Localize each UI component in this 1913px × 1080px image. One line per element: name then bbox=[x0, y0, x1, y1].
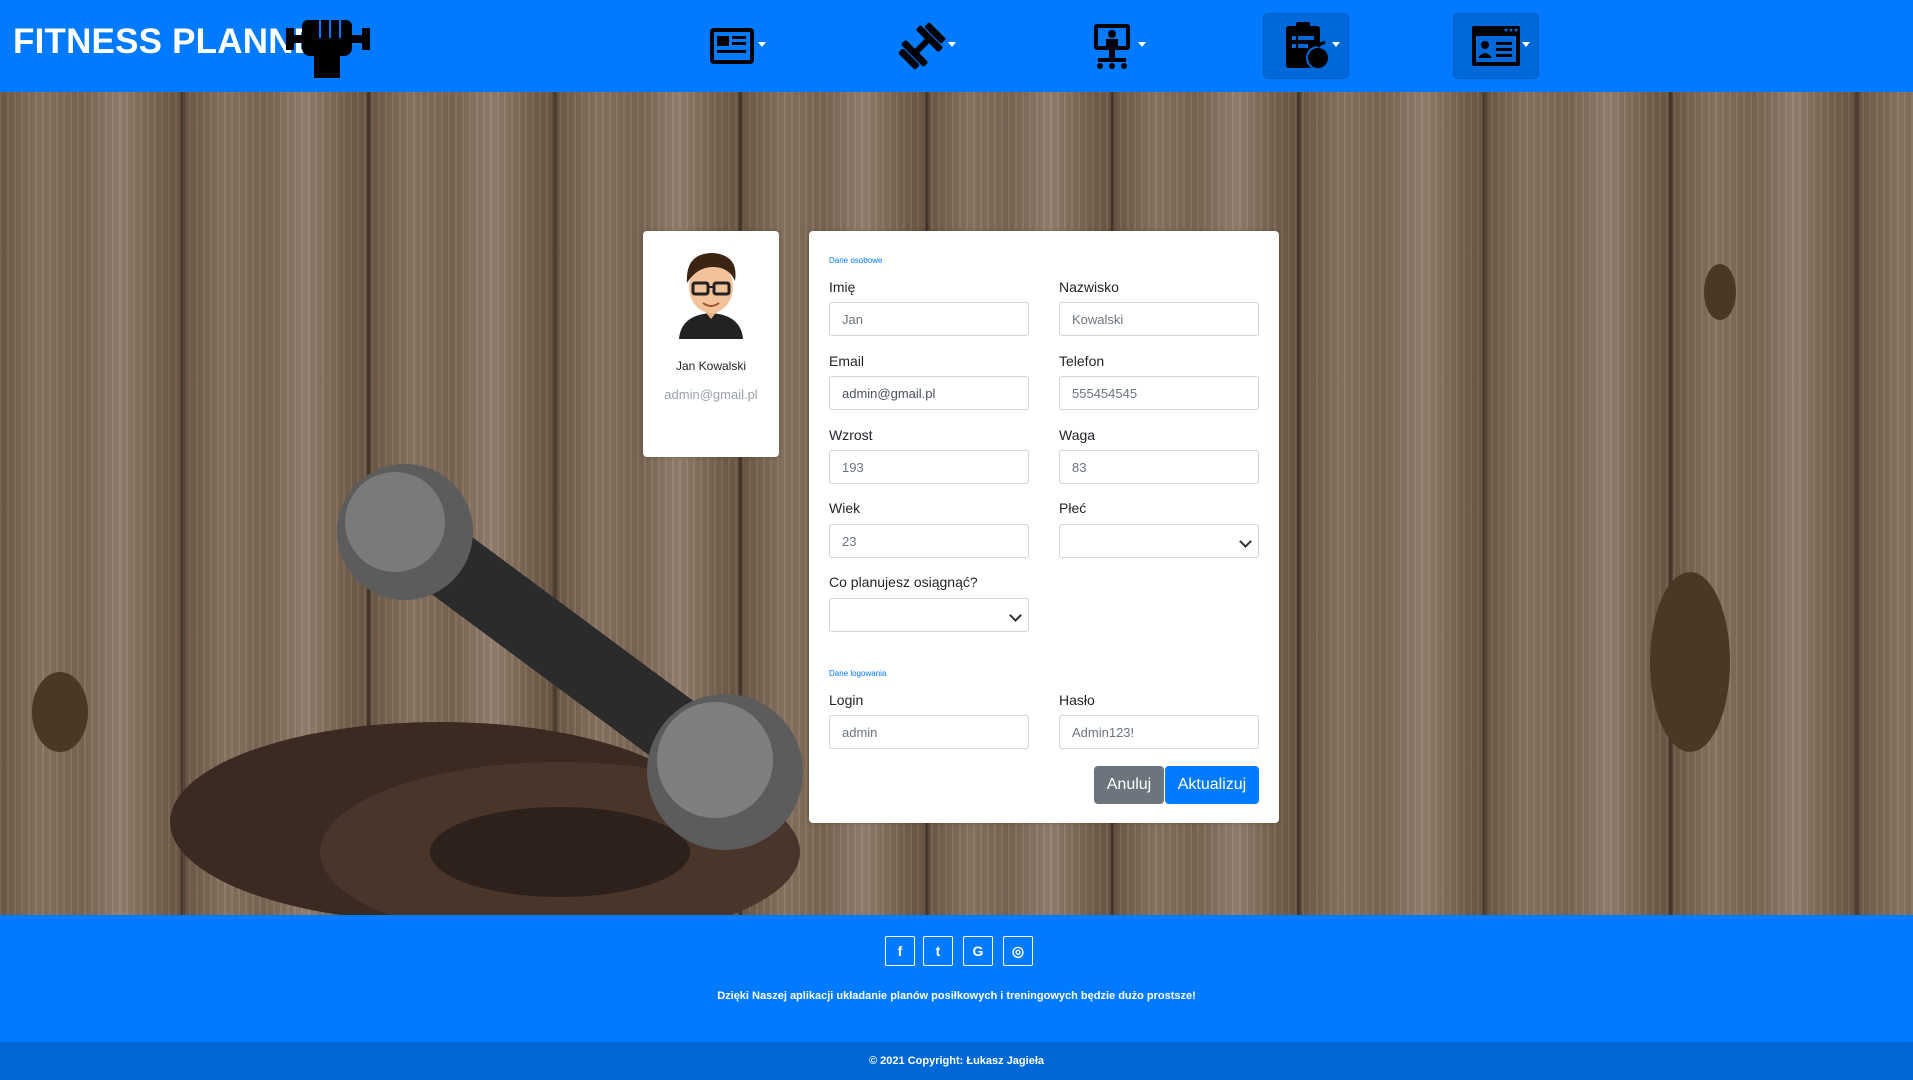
chevron-down-icon bbox=[1332, 42, 1340, 47]
last-name-label: Nazwisko bbox=[1059, 279, 1119, 295]
nav-news-dropdown[interactable] bbox=[690, 14, 774, 78]
twitter-icon[interactable]: t bbox=[923, 936, 953, 966]
age-input[interactable] bbox=[829, 524, 1029, 558]
login-input[interactable] bbox=[829, 715, 1029, 749]
profile-edit-form: Dane osobowe Imię Nazwisko Email Telefon… bbox=[809, 231, 1279, 823]
login-label: Login bbox=[829, 692, 864, 708]
password-label: Hasło bbox=[1059, 692, 1095, 708]
height-label: Wzrost bbox=[829, 427, 873, 443]
google-icon[interactable]: G bbox=[963, 936, 993, 966]
phone-input[interactable] bbox=[1059, 376, 1259, 410]
chevron-down-icon bbox=[1239, 535, 1252, 548]
height-input[interactable] bbox=[829, 450, 1029, 484]
password-input[interactable] bbox=[1059, 715, 1259, 749]
gender-select[interactable] bbox=[1059, 524, 1259, 558]
diet-plan-icon bbox=[1286, 22, 1330, 70]
news-icon bbox=[710, 28, 754, 64]
profile-card: Jan Kowalski admin@gmail.pl bbox=[643, 231, 779, 457]
weight-input[interactable] bbox=[1059, 450, 1259, 484]
nav-diet-dropdown[interactable] bbox=[1263, 13, 1349, 79]
phone-label: Telefon bbox=[1059, 353, 1105, 369]
chevron-down-icon bbox=[1522, 42, 1530, 47]
trainer-icon bbox=[1094, 24, 1130, 69]
first-name-input[interactable] bbox=[829, 302, 1029, 336]
footer-tagline: Dzięki Naszej aplikacji układanie planów… bbox=[717, 990, 1196, 1002]
dumbbell-icon bbox=[898, 22, 946, 70]
age-label: Wiek bbox=[829, 500, 861, 516]
copyright-bar: © 2021 Copyright: Łukasz Jagieła bbox=[0, 1042, 1913, 1080]
top-navbar: FITNESS PLANNER bbox=[0, 0, 1913, 92]
profile-name: Jan Kowalski bbox=[675, 359, 747, 373]
nav-training-dropdown[interactable] bbox=[880, 14, 964, 78]
email-label: Email bbox=[829, 353, 865, 369]
user-avatar bbox=[679, 253, 743, 339]
facebook-icon[interactable]: f bbox=[885, 936, 915, 966]
instagram-icon[interactable]: ◎ bbox=[1003, 936, 1033, 966]
last-name-input[interactable] bbox=[1059, 302, 1259, 336]
gender-label: Płeć bbox=[1059, 500, 1087, 516]
weight-label: Waga bbox=[1059, 427, 1096, 443]
nav-trainer-dropdown[interactable] bbox=[1070, 14, 1154, 78]
update-button[interactable]: Aktualizuj bbox=[1165, 766, 1259, 804]
goal-label: Co planujesz osiągnąć? bbox=[829, 574, 978, 590]
fist-barbell-logo-icon[interactable] bbox=[286, 10, 370, 80]
footer bbox=[0, 915, 1913, 1042]
copyright-text: © 2021 Copyright: Łukasz Jagieła bbox=[869, 1055, 1044, 1067]
chevron-down-icon bbox=[1009, 609, 1022, 622]
personal-data-heading: Dane osobowe bbox=[829, 256, 883, 265]
chevron-down-icon bbox=[1138, 42, 1146, 47]
nav-profile-dropdown[interactable] bbox=[1453, 13, 1539, 79]
login-data-heading: Dane logowania bbox=[829, 669, 887, 678]
chevron-down-icon bbox=[948, 42, 956, 47]
profile-email: admin@gmail.pl bbox=[664, 387, 758, 402]
first-name-label: Imię bbox=[829, 279, 856, 295]
cancel-button[interactable]: Anuluj bbox=[1094, 766, 1164, 804]
email-field[interactable] bbox=[829, 376, 1029, 410]
profile-card-icon bbox=[1472, 26, 1520, 66]
goal-select[interactable] bbox=[829, 598, 1029, 632]
chevron-down-icon bbox=[758, 42, 766, 47]
